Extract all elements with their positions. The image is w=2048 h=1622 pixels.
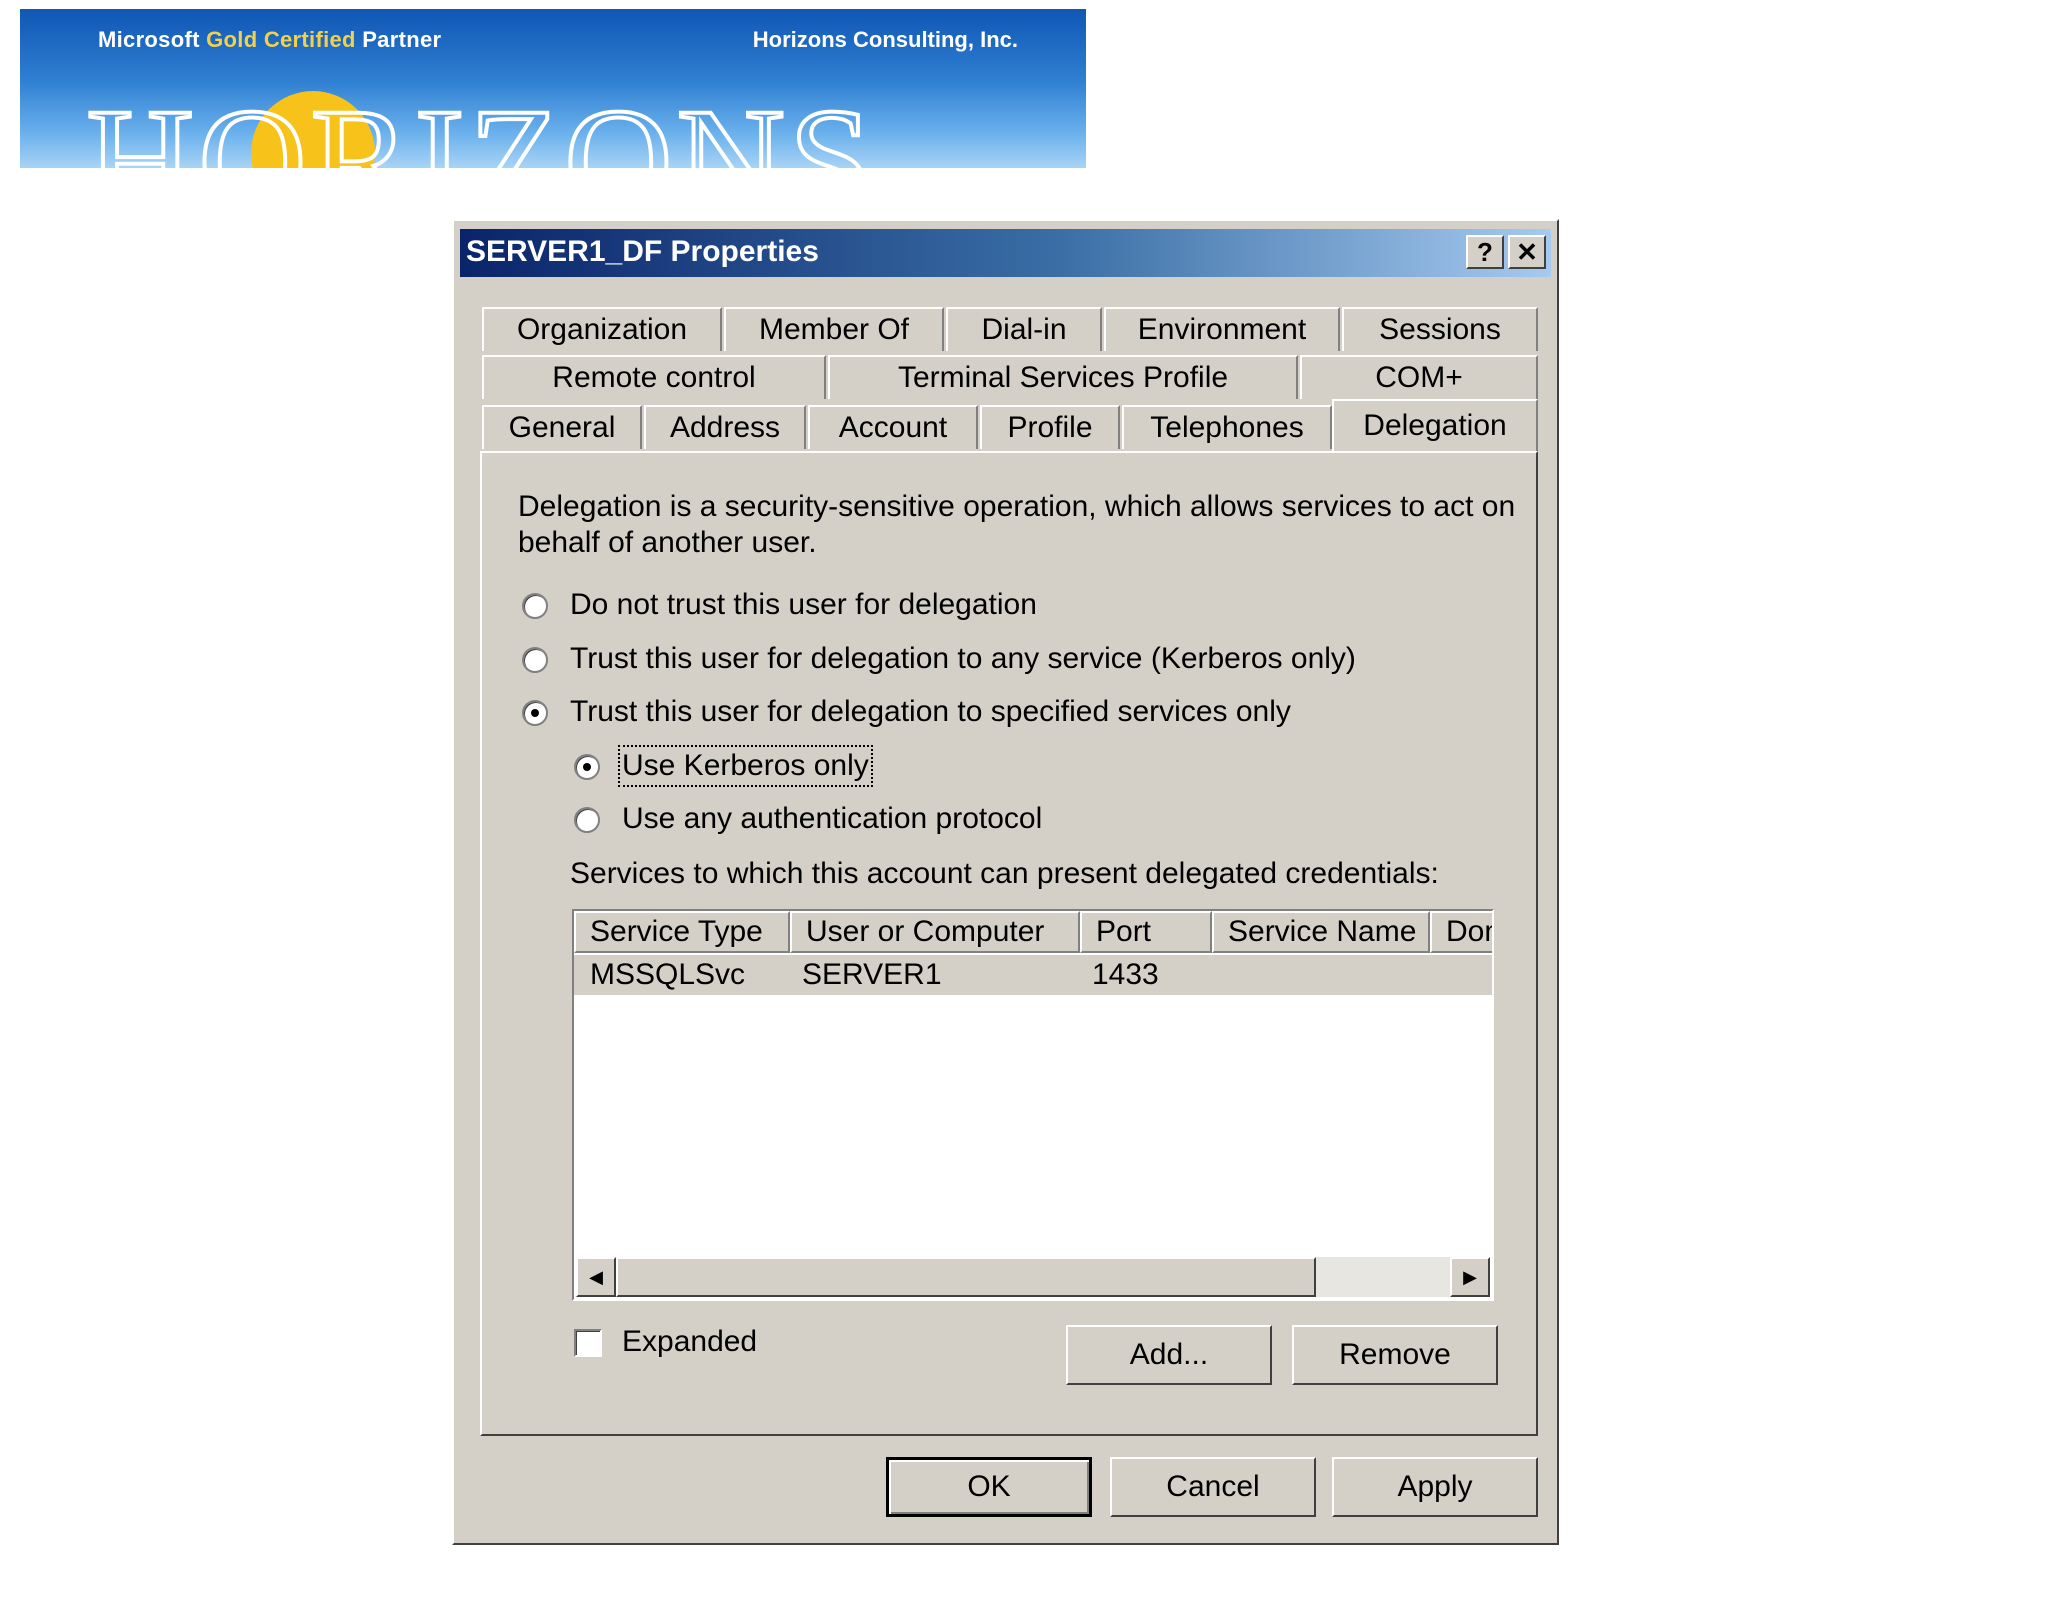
- expanded-checkbox[interactable]: [574, 1329, 602, 1357]
- expanded-label[interactable]: Expanded: [622, 1325, 757, 1359]
- tab-telephones[interactable]: Telephones: [1122, 405, 1332, 449]
- window-title: SERVER1_DF Properties: [466, 235, 819, 268]
- tab-account[interactable]: Account: [808, 405, 978, 449]
- tab-address[interactable]: Address: [644, 405, 806, 449]
- remove-button[interactable]: Remove: [1292, 1325, 1498, 1385]
- radio-kerberos-only[interactable]: [574, 754, 600, 780]
- tab-delegation[interactable]: Delegation: [1332, 399, 1538, 451]
- column-service-type[interactable]: Service Type: [574, 911, 790, 953]
- column-service-name[interactable]: Service Name: [1212, 911, 1430, 953]
- scroll-right-button[interactable]: ▶: [1450, 1257, 1490, 1297]
- apply-button[interactable]: Apply: [1332, 1457, 1538, 1517]
- radio-kerberos-only-label[interactable]: Use Kerberos only: [618, 745, 873, 787]
- tab-com-plus[interactable]: COM+: [1300, 355, 1538, 399]
- properties-dialog: SERVER1_DF Properties ? ✕ Organization M…: [452, 219, 1559, 1545]
- ok-button[interactable]: OK: [886, 1457, 1092, 1517]
- radio-no-delegation[interactable]: [522, 593, 548, 619]
- radio-specified-services-label[interactable]: Trust this user for delegation to specif…: [570, 695, 1291, 729]
- services-label: Services to which this account can prese…: [570, 857, 1439, 890]
- radio-any-service-label[interactable]: Trust this user for delegation to any se…: [570, 642, 1356, 676]
- partner-text: Microsoft Gold Certified Partner: [98, 27, 442, 52]
- tab-environment[interactable]: Environment: [1104, 307, 1340, 351]
- cancel-button[interactable]: Cancel: [1110, 1457, 1316, 1517]
- column-user-or-computer[interactable]: User or Computer: [790, 911, 1080, 953]
- tab-profile[interactable]: Profile: [980, 405, 1120, 449]
- tab-dial-in[interactable]: Dial-in: [946, 307, 1102, 351]
- tab-organization[interactable]: Organization: [482, 307, 722, 351]
- services-list[interactable]: Service Type User or Computer Port Servi…: [572, 909, 1494, 1301]
- horizons-logo: HORIZONS: [86, 76, 876, 168]
- help-button[interactable]: ?: [1466, 235, 1504, 269]
- radio-selected-dot: [583, 763, 591, 771]
- tab-member-of[interactable]: Member Of: [724, 307, 944, 351]
- column-port[interactable]: Port: [1080, 911, 1212, 953]
- arrow-left-icon: ◀: [589, 1266, 603, 1287]
- scroll-left-button[interactable]: ◀: [576, 1257, 616, 1297]
- radio-selected-dot: [531, 709, 539, 717]
- horizontal-scrollbar[interactable]: ◀ ▶: [576, 1257, 1490, 1297]
- tab-remote-control[interactable]: Remote control: [482, 355, 826, 399]
- close-button[interactable]: ✕: [1508, 235, 1546, 269]
- cell-user-or-computer: SERVER1: [802, 958, 942, 991]
- arrow-right-icon: ▶: [1463, 1266, 1477, 1287]
- tab-terminal-services-profile[interactable]: Terminal Services Profile: [828, 355, 1298, 399]
- column-domain[interactable]: Domain: [1430, 911, 1492, 953]
- tab-sessions[interactable]: Sessions: [1342, 307, 1538, 351]
- scroll-thumb[interactable]: [616, 1257, 1316, 1297]
- cell-port: 1433: [1092, 958, 1159, 991]
- delegation-description: Delegation is a security-sensitive opera…: [518, 490, 1516, 559]
- tab-general[interactable]: General: [482, 405, 642, 449]
- company-name: Horizons Consulting, Inc.: [752, 27, 1018, 52]
- radio-any-service[interactable]: [522, 647, 548, 673]
- title-bar[interactable]: SERVER1_DF Properties ? ✕: [460, 229, 1551, 277]
- radio-specified-services[interactable]: [522, 700, 548, 726]
- svg-text:HORIZONS: HORIZONS: [86, 78, 876, 168]
- radio-any-protocol-label[interactable]: Use any authentication protocol: [622, 802, 1042, 836]
- horizons-banner: Microsoft Gold Certified Partner Horizon…: [20, 9, 1086, 168]
- cell-service-type: MSSQLSvc: [590, 958, 746, 991]
- add-button[interactable]: Add...: [1066, 1325, 1272, 1385]
- radio-any-protocol[interactable]: [574, 807, 600, 833]
- radio-no-delegation-label[interactable]: Do not trust this user for delegation: [570, 588, 1037, 622]
- close-icon: ✕: [1516, 236, 1538, 267]
